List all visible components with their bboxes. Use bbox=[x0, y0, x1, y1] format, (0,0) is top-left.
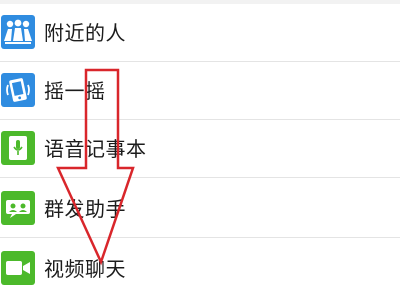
feature-menu-list: 附近的人 摇一摇 语音记事本 群发助手 视频聊天 bbox=[0, 0, 400, 300]
shake-phone-icon bbox=[1, 73, 35, 107]
menu-item-label: 视频聊天 bbox=[44, 257, 126, 281]
menu-item-label: 语音记事本 bbox=[44, 137, 147, 161]
broadcast-assistant-icon bbox=[1, 191, 35, 225]
menu-item-label: 附近的人 bbox=[44, 21, 126, 45]
menu-item-voice-notepad[interactable]: 语音记事本 bbox=[0, 120, 400, 178]
menu-item-broadcast-assistant[interactable]: 群发助手 bbox=[0, 180, 400, 238]
video-chat-icon bbox=[1, 251, 35, 285]
menu-item-label: 群发助手 bbox=[44, 197, 126, 221]
menu-item-people-nearby[interactable]: 附近的人 bbox=[0, 4, 400, 62]
menu-item-label: 摇一摇 bbox=[44, 79, 106, 103]
voice-notepad-icon bbox=[1, 131, 35, 165]
people-nearby-icon bbox=[1, 15, 35, 49]
menu-item-shake[interactable]: 摇一摇 bbox=[0, 62, 400, 120]
menu-item-video-chat[interactable]: 视频聊天 bbox=[0, 240, 400, 298]
